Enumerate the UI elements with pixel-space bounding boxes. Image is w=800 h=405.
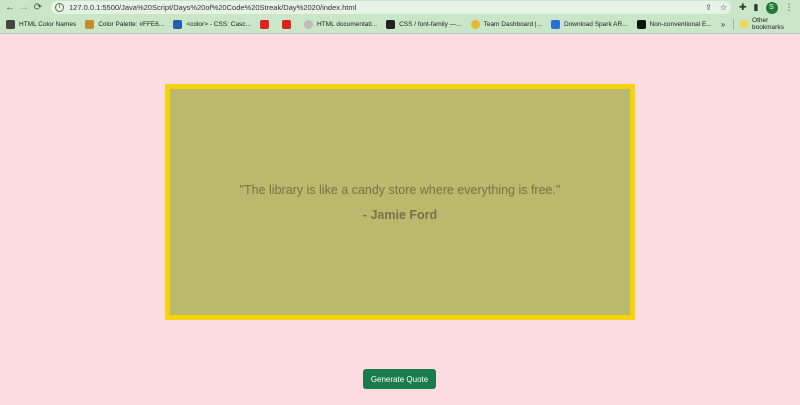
bookmarks-divider [733,18,735,30]
site-info-icon[interactable]: i [55,3,64,12]
bookmark-favicon-icon [470,19,480,29]
browser-toolbar: ← → ⟳ i 127.0.0.1:5500/Java%20Script/Day… [0,0,800,15]
bookmark-favicon-icon [173,19,183,29]
bookmark-item[interactable] [259,19,273,29]
profile-avatar[interactable]: S [765,1,778,14]
youtube-icon [259,19,269,29]
quote-author: - Jamie Ford [362,207,438,222]
bookmark-item[interactable] [281,19,295,29]
generate-quote-button[interactable]: Generate Quote [363,369,436,389]
url-text: 127.0.0.1:5500/Java%20Script/Days%20of%2… [69,3,357,12]
bookmark-star-icon[interactable]: ☆ [720,3,727,12]
more-bookmarks-chevron-icon[interactable]: » [721,20,725,29]
quote-card: "The library is like a candy store where… [165,84,635,320]
bookmark-favicon-icon [85,19,95,29]
folder-icon [740,20,749,28]
bookmark-favicon-icon [386,19,396,29]
bookmarks-bar: HTML Color Names Color Palette: #FFE6...… [0,15,800,34]
bookmark-favicon-icon [636,19,646,29]
other-bookmarks[interactable]: Other bookmarks [740,17,796,31]
bookmark-item[interactable]: Non-conventional E... [636,19,712,29]
bookmark-item[interactable]: HTML Color Names [6,19,76,29]
youtube-icon [281,19,291,29]
reload-icon[interactable]: ⟳ [31,1,45,15]
bookmark-item[interactable]: Team Dashboard |... [470,19,542,29]
bookmark-item[interactable]: Color Palette: #FFE6... [85,19,164,29]
back-arrow-icon[interactable]: ← [3,1,17,15]
share-icon[interactable]: ⇪ [705,3,712,12]
quote-text: "The library is like a candy store where… [239,182,561,197]
meta-icon [551,19,560,29]
bookmark-item[interactable]: Download Spark AR... [551,19,628,29]
bookmark-favicon-icon [303,19,313,29]
bookmark-favicon-icon [6,19,15,29]
bookmark-item[interactable]: <color> - CSS: Casc... [173,19,251,29]
bookmark-item[interactable]: HTML documentati... [303,19,377,29]
forward-arrow-icon[interactable]: → [17,1,31,15]
address-bar[interactable]: i 127.0.0.1:5500/Java%20Script/Days%20of… [51,1,731,14]
menu-icon[interactable]: ⋮ [785,2,794,13]
extensions-icon[interactable]: ✚ [739,2,747,13]
side-panel-icon[interactable]: ▮ [754,2,759,13]
bookmark-item[interactable]: CSS / font-family —... [386,19,462,29]
